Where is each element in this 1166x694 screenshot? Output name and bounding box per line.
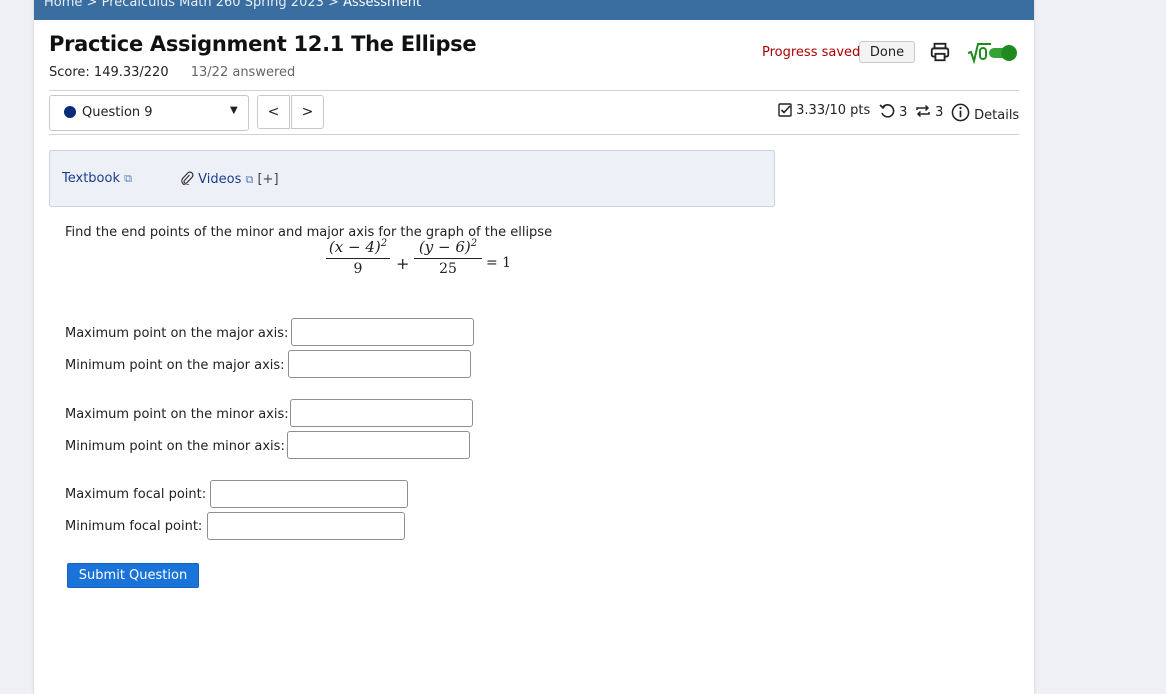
max-minor-input[interactable] xyxy=(290,399,473,427)
breadcrumb-separator: > xyxy=(86,0,98,10)
max-major-input[interactable] xyxy=(291,318,474,346)
sqrt-icon[interactable] xyxy=(967,40,991,64)
expand-resources[interactable]: [+] xyxy=(257,172,278,187)
progress-status: Progress saved xyxy=(762,45,861,60)
exponent-y: 2 xyxy=(470,238,478,249)
chevron-down-icon: ▼ xyxy=(230,105,238,116)
numerator-y: (y − 6) xyxy=(418,238,471,256)
ellipse-equation: (x − 4)2 9 + (y − 6)2 25 = 1 xyxy=(326,238,516,288)
min-major-label: Minimum point on the major axis: xyxy=(65,358,285,373)
fraction-x-numerator: (x − 4)2 xyxy=(326,238,390,256)
breadcrumb-home[interactable]: Home xyxy=(44,0,82,10)
min-focal-input[interactable] xyxy=(207,512,405,540)
numerator-x: (x − 4) xyxy=(328,238,381,256)
min-major-input[interactable] xyxy=(288,350,471,378)
page-title: Practice Assignment 12.1 The Ellipse xyxy=(49,32,477,56)
equals-one: = 1 xyxy=(486,255,512,271)
done-button[interactable]: Done xyxy=(859,41,915,63)
toggle-knob xyxy=(1001,45,1017,61)
external-link-icon: ⧉ xyxy=(124,172,132,185)
external-link-icon: ⧉ xyxy=(245,173,254,186)
points-text: 3.33/10 pts xyxy=(796,103,871,118)
paperclip-icon xyxy=(181,171,194,186)
videos-label: Videos xyxy=(198,172,242,187)
fraction-x-denominator: 9 xyxy=(353,261,363,277)
retry-icon xyxy=(879,104,895,118)
breadcrumb: Home > Precalculus Math 260 Spring 2023 … xyxy=(44,0,421,10)
breadcrumb-course[interactable]: Precalculus Math 260 Spring 2023 xyxy=(102,0,324,10)
checkbox-icon xyxy=(778,103,792,117)
max-major-label: Maximum point on the major axis: xyxy=(65,326,289,341)
min-focal-label: Minimum focal point: xyxy=(65,519,203,534)
retries-indicator: 3 xyxy=(879,103,907,120)
question-select[interactable]: Question 9 ▼ xyxy=(49,95,249,131)
fraction-y-numerator: (y − 6)2 xyxy=(414,238,482,256)
min-minor-label: Minimum point on the minor axis: xyxy=(65,439,285,454)
toggle-switch[interactable] xyxy=(989,45,1017,61)
breadcrumb-current: Assessment xyxy=(343,0,422,10)
fraction-bar xyxy=(326,258,390,259)
breadcrumb-separator: > xyxy=(328,0,339,10)
breadcrumb-bar: Home > Precalculus Math 260 Spring 2023 … xyxy=(34,0,1034,20)
assessment-page: Home > Precalculus Math 260 Spring 2023 … xyxy=(34,0,1034,694)
fraction-x: (x − 4)2 9 xyxy=(326,238,390,277)
score-text: Score: 149.33/220 xyxy=(49,65,169,80)
textbook-label: Textbook xyxy=(62,171,120,186)
previous-question-button[interactable]: < xyxy=(257,95,290,129)
max-minor-label: Maximum point on the minor axis: xyxy=(65,407,289,422)
exponent-x: 2 xyxy=(380,238,388,249)
textbook-link[interactable]: Textbook ⧉ xyxy=(62,171,132,186)
fraction-y: (y − 6)2 25 xyxy=(414,238,482,277)
details-link[interactable]: Details xyxy=(951,103,1019,123)
versions-count: 3 xyxy=(935,105,944,120)
points-indicator: 3.33/10 pts xyxy=(778,103,870,118)
score-line: Score: 149.33/220 13/22 answered xyxy=(49,65,295,80)
divider xyxy=(49,134,1019,135)
max-focal-input[interactable] xyxy=(210,480,408,508)
min-minor-input[interactable] xyxy=(287,431,470,459)
videos-link[interactable]: Videos ⧉ [+] xyxy=(180,171,279,187)
info-icon xyxy=(951,103,970,122)
versions-icon xyxy=(916,104,930,118)
answered-count: 13/22 answered xyxy=(190,65,296,80)
print-icon[interactable] xyxy=(929,41,951,63)
details-label: Details xyxy=(974,108,1020,123)
submit-question-button[interactable]: Submit Question xyxy=(67,563,199,588)
fraction-bar xyxy=(414,258,482,259)
fraction-y-denominator: 25 xyxy=(439,261,457,277)
plus-sign: + xyxy=(396,254,410,273)
question-select-label: Question 9 xyxy=(82,105,153,120)
retries-count: 3 xyxy=(899,105,908,120)
divider xyxy=(49,90,1019,91)
question-status-dot xyxy=(64,106,76,118)
next-question-button[interactable]: > xyxy=(291,95,324,129)
resources-panel: Textbook ⧉ Videos ⧉ [+] xyxy=(49,150,775,207)
versions-indicator: 3 xyxy=(915,103,943,120)
max-focal-label: Maximum focal point: xyxy=(65,487,207,502)
